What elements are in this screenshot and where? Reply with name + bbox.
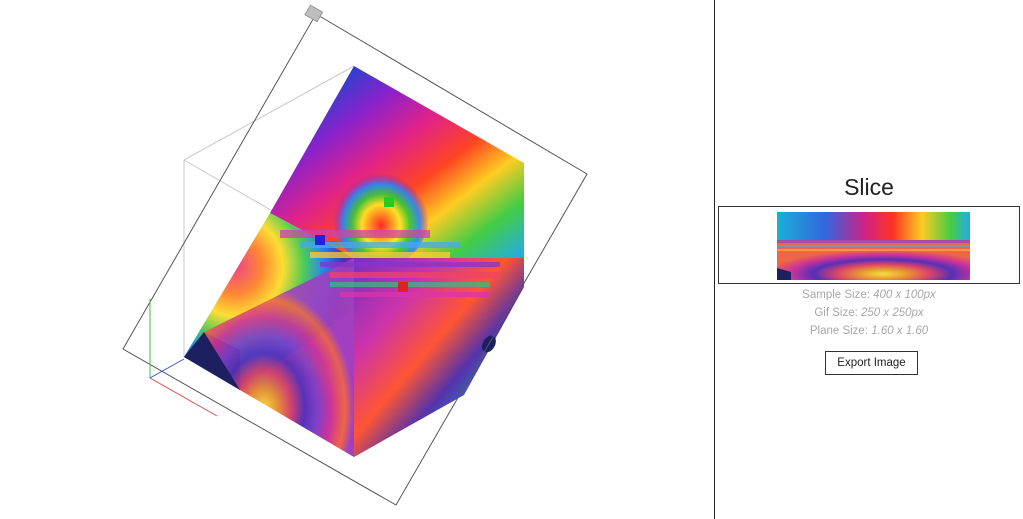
blue-handle[interactable] [315, 235, 325, 245]
slice-panel: Slice Sample Size: 400 x 100px Gif Size:… [715, 0, 1023, 519]
red-handle[interactable] [398, 282, 408, 292]
sample-size-info: Sample Size: 400 x 100px [715, 289, 1023, 301]
3d-viewport[interactable] [0, 0, 714, 519]
slice-title: Slice [844, 174, 894, 200]
gif-size-info: Gif Size: 250 x 250px [715, 307, 1023, 319]
plane-drag-handle[interactable] [304, 4, 324, 23]
slice-preview [718, 206, 1020, 284]
plane-size-info: Plane Size: 1.60 x 1.60 [715, 325, 1023, 337]
app-window: Slice Sample Size: 400 x 100px Gif Size:… [0, 0, 1023, 519]
gif-size-value: 250 x 250px [861, 307, 924, 319]
plane-size-label: Plane Size: [809, 325, 869, 337]
slice-preview-image [777, 212, 970, 280]
cube-right-face [354, 258, 524, 457]
rainbow-arch [333, 163, 429, 267]
green-handle[interactable] [384, 197, 394, 207]
sample-size-value: 400 x 100px [873, 289, 936, 301]
gif-size-label: Gif Size: [814, 307, 858, 319]
scene-canvas[interactable] [0, 0, 714, 519]
export-image-button[interactable]: Export Image [825, 351, 918, 375]
plane-size-value: 1.60 x 1.60 [871, 325, 929, 337]
z-axis [149, 358, 185, 379]
sample-size-label: Sample Size: [802, 289, 870, 301]
